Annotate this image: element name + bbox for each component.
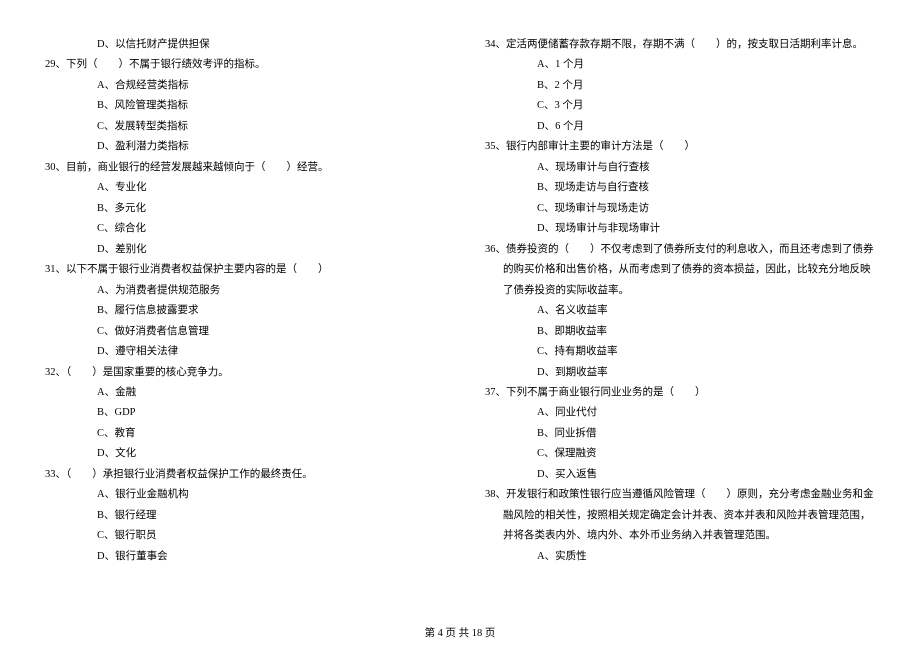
- question-35-stem: 35、银行内部审计主要的审计方法是（ ）: [485, 137, 875, 157]
- question-34-option-b: B、2 个月: [485, 76, 875, 96]
- question-30-option-d: D、差别化: [45, 240, 435, 260]
- question-37-option-b: B、同业拆借: [485, 424, 875, 444]
- question-37-stem: 37、下列不属于商业银行同业业务的是（ ）: [485, 383, 875, 403]
- question-33-option-c: C、银行职员: [45, 526, 435, 546]
- question-35-option-b: B、现场走访与自行查核: [485, 178, 875, 198]
- question-36-option-d: D、到期收益率: [485, 363, 875, 383]
- question-29-option-d: D、盈利潜力类指标: [45, 137, 435, 157]
- question-34-option-d: D、6 个月: [485, 117, 875, 137]
- page-footer: 第 4 页 共 18 页: [0, 625, 920, 640]
- question-36-option-c: C、持有期收益率: [485, 342, 875, 362]
- question-36-option-b: B、即期收益率: [485, 322, 875, 342]
- question-32-option-d: D、文化: [45, 444, 435, 464]
- question-32-option-b: B、GDP: [45, 403, 435, 423]
- question-35-option-d: D、现场审计与非现场审计: [485, 219, 875, 239]
- question-32-stem: 32、（ ）是国家重要的核心竞争力。: [45, 363, 435, 383]
- question-33-stem: 33、（ ）承担银行业消费者权益保护工作的最终责任。: [45, 465, 435, 485]
- question-34-option-c: C、3 个月: [485, 96, 875, 116]
- question-32-option-c: C、教育: [45, 424, 435, 444]
- question-38-option-a: A、实质性: [485, 547, 875, 567]
- right-column: 34、定活两便储蓄存款存期不限，存期不满（ ）的，按支取日活期利率计息。 A、1…: [485, 35, 875, 600]
- question-29-option-c: C、发展转型类指标: [45, 117, 435, 137]
- question-35-option-a: A、现场审计与自行查核: [485, 158, 875, 178]
- question-31-option-a: A、为消费者提供规范服务: [45, 281, 435, 301]
- question-31-option-c: C、做好消费者信息管理: [45, 322, 435, 342]
- question-33-option-d: D、银行董事会: [45, 547, 435, 567]
- question-30-stem: 30、目前，商业银行的经营发展越来越倾向于（ ）经营。: [45, 158, 435, 178]
- question-34-stem: 34、定活两便储蓄存款存期不限，存期不满（ ）的，按支取日活期利率计息。: [485, 35, 875, 55]
- question-33-option-a: A、银行业金融机构: [45, 485, 435, 505]
- question-30-option-b: B、多元化: [45, 199, 435, 219]
- question-31-stem: 31、以下不属于银行业消费者权益保护主要内容的是（ ）: [45, 260, 435, 280]
- orphan-option: D、以信托财产提供担保: [45, 35, 435, 55]
- question-30-option-c: C、综合化: [45, 219, 435, 239]
- question-29-option-b: B、风险管理类指标: [45, 96, 435, 116]
- question-29-option-a: A、合规经营类指标: [45, 76, 435, 96]
- question-31-option-d: D、遵守相关法律: [45, 342, 435, 362]
- question-36-stem: 36、债券投资的（ ）不仅考虑到了债券所支付的利息收入，而且还考虑到了债券的购买…: [485, 240, 875, 301]
- question-31-option-b: B、履行信息披露要求: [45, 301, 435, 321]
- question-33-option-b: B、银行经理: [45, 506, 435, 526]
- question-32-option-a: A、金融: [45, 383, 435, 403]
- question-37-option-c: C、保理融资: [485, 444, 875, 464]
- question-30-option-a: A、专业化: [45, 178, 435, 198]
- left-column: D、以信托财产提供担保 29、下列（ ）不属于银行绩效考评的指标。 A、合规经营…: [45, 35, 435, 600]
- question-35-option-c: C、现场审计与现场走访: [485, 199, 875, 219]
- question-37-option-a: A、同业代付: [485, 403, 875, 423]
- question-36-option-a: A、名义收益率: [485, 301, 875, 321]
- question-29-stem: 29、下列（ ）不属于银行绩效考评的指标。: [45, 55, 435, 75]
- question-34-option-a: A、1 个月: [485, 55, 875, 75]
- question-38-stem: 38、开发银行和政策性银行应当遵循风险管理（ ）原则，充分考虑金融业务和金融风险…: [485, 485, 875, 546]
- question-37-option-d: D、买入返售: [485, 465, 875, 485]
